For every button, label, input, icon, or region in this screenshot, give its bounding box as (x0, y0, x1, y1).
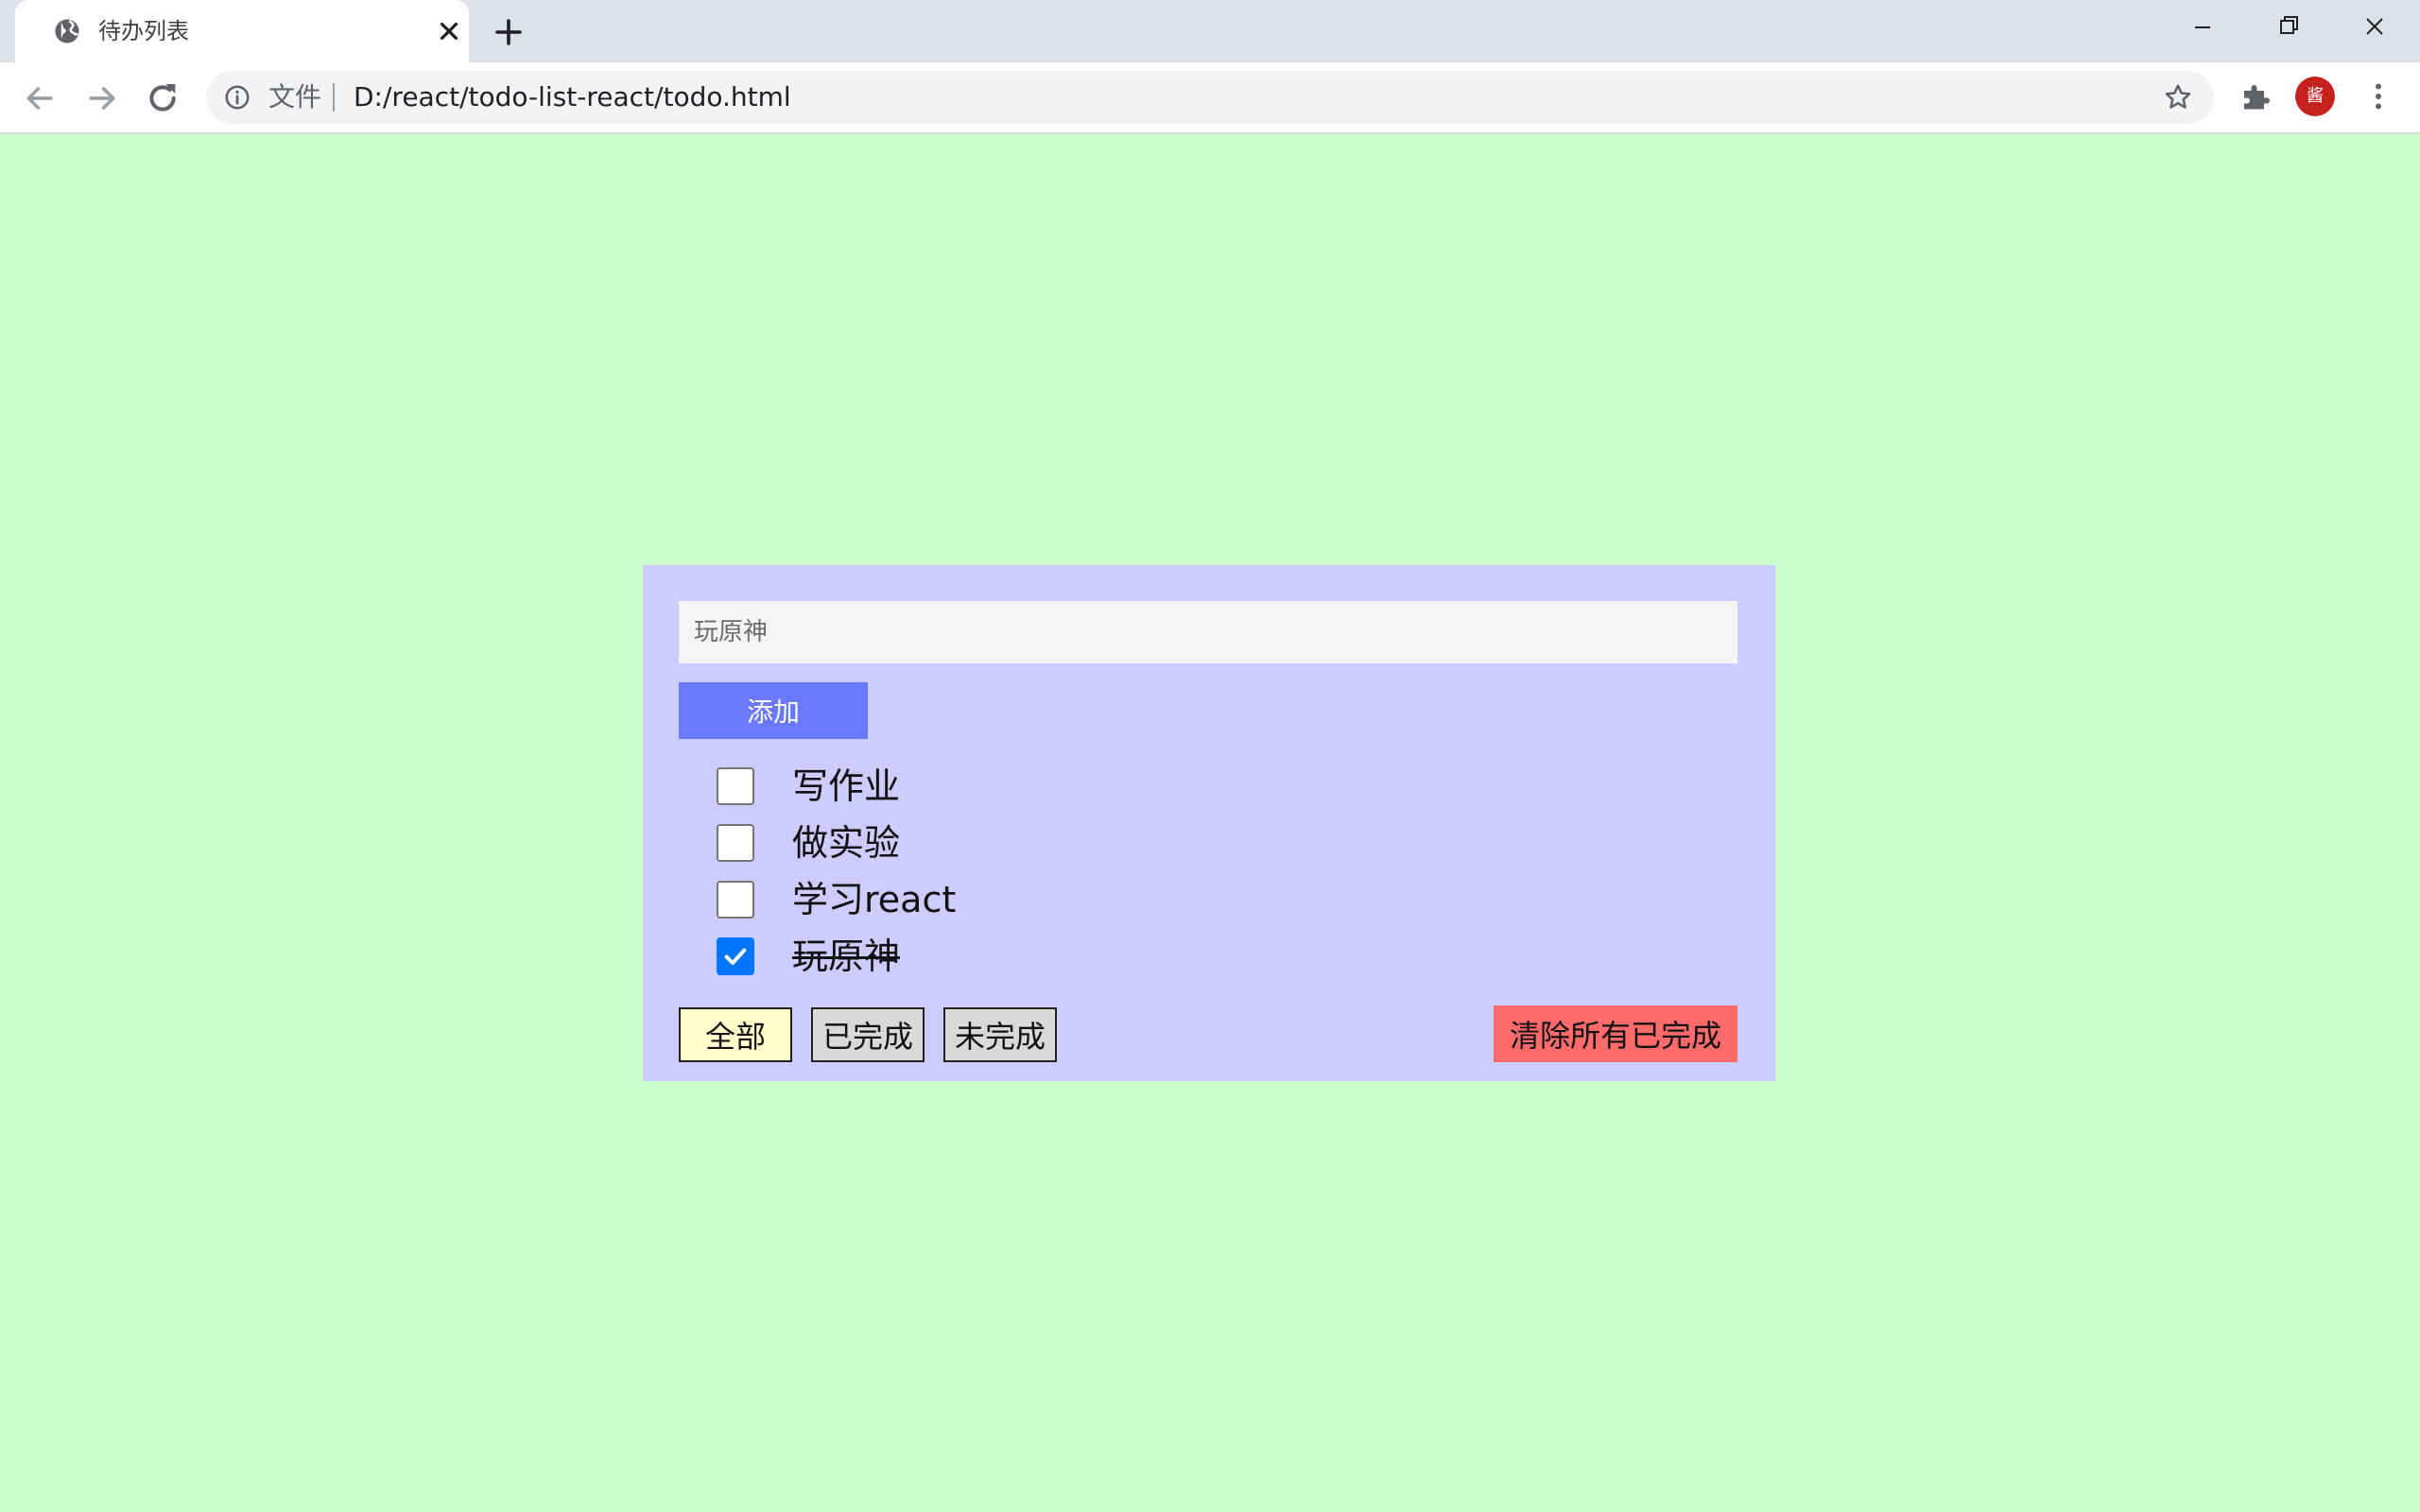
todo-panel: 添加 写作业 做实验 学习react 玩原神 (643, 565, 1775, 1081)
tab-strip: 待办列表 (0, 0, 2420, 62)
info-icon[interactable] (223, 83, 251, 112)
more-vert-icon[interactable] (2361, 79, 2395, 113)
filter-undone-button[interactable]: 未完成 (943, 1007, 1057, 1062)
checkmark-icon (724, 948, 747, 965)
todo-checkbox[interactable] (717, 767, 754, 805)
browser-toolbar: 文件 D:/react/todo-list-react/todo.html 酱 (0, 62, 2420, 134)
todo-item: 写作业 (717, 760, 1662, 816)
tab-title: 待办列表 (98, 18, 189, 44)
restore-icon[interactable] (2263, 8, 2312, 45)
star-icon[interactable] (2163, 82, 2193, 112)
address-scheme-label: 文件 (268, 81, 322, 112)
avatar[interactable]: 酱 (2295, 77, 2335, 116)
todo-text: 做实验 (792, 822, 901, 864)
arrow-right-icon[interactable] (83, 79, 121, 117)
globe-icon (55, 19, 79, 43)
filter-all-button[interactable]: 全部 (679, 1007, 792, 1062)
add-button[interactable]: 添加 (679, 682, 868, 739)
browser-window: 待办列表 文件 D:/react/todo-list-react/todo.ht… (0, 0, 2420, 1512)
plus-icon[interactable] (492, 15, 526, 49)
reload-icon[interactable] (144, 79, 182, 117)
minimize-icon[interactable] (2178, 8, 2227, 45)
address-bar[interactable]: 文件 D:/react/todo-list-react/todo.html (206, 71, 2214, 124)
address-url[interactable]: D:/react/todo-list-react/todo.html (354, 80, 791, 114)
puzzle-icon[interactable] (2238, 79, 2273, 113)
todo-text: 玩原神 (792, 936, 901, 977)
todo-item: 做实验 (717, 816, 1662, 873)
todo-list: 写作业 做实验 学习react 玩原神 (717, 760, 1662, 987)
tab-todo[interactable]: 待办列表 (15, 0, 469, 62)
todo-item: 玩原神 (717, 930, 1662, 987)
todo-checkbox[interactable] (717, 937, 754, 975)
address-divider (333, 83, 335, 112)
todo-checkbox[interactable] (717, 824, 754, 862)
todo-text: 写作业 (792, 765, 901, 807)
todo-input[interactable] (679, 601, 1737, 663)
todo-checkbox[interactable] (717, 881, 754, 919)
arrow-left-icon[interactable] (21, 79, 59, 117)
clear-completed-button[interactable]: 清除所有已完成 (1494, 1005, 1737, 1062)
todo-text: 学习react (792, 879, 957, 920)
close-icon[interactable] (435, 17, 463, 45)
filter-done-button[interactable]: 已完成 (811, 1007, 925, 1062)
close-icon[interactable] (2350, 8, 2399, 45)
todo-item: 学习react (717, 873, 1662, 930)
